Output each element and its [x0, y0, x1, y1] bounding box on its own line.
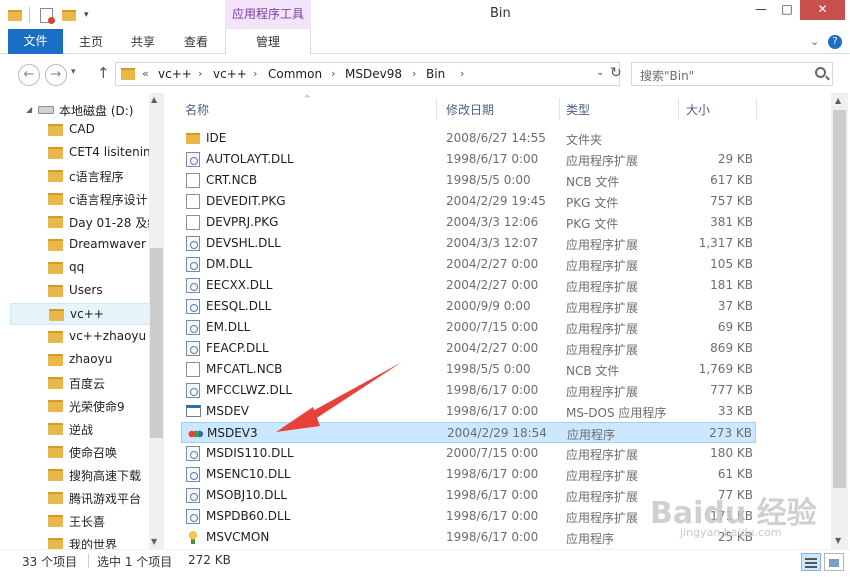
large-icons-view-button[interactable] — [824, 553, 844, 571]
status-separator — [88, 554, 89, 568]
status-bar: 33 个项目 选中 1 个项目 272 KB — [0, 549, 850, 577]
selection-size: 272 KB — [188, 553, 231, 567]
item-count: 33 个项目 — [22, 555, 78, 569]
arrow-head — [276, 407, 320, 432]
watermark-url: jingyan.baidu.com — [680, 526, 782, 539]
details-view-button[interactable] — [801, 553, 821, 571]
selection-count: 选中 1 个项目 — [97, 555, 173, 569]
